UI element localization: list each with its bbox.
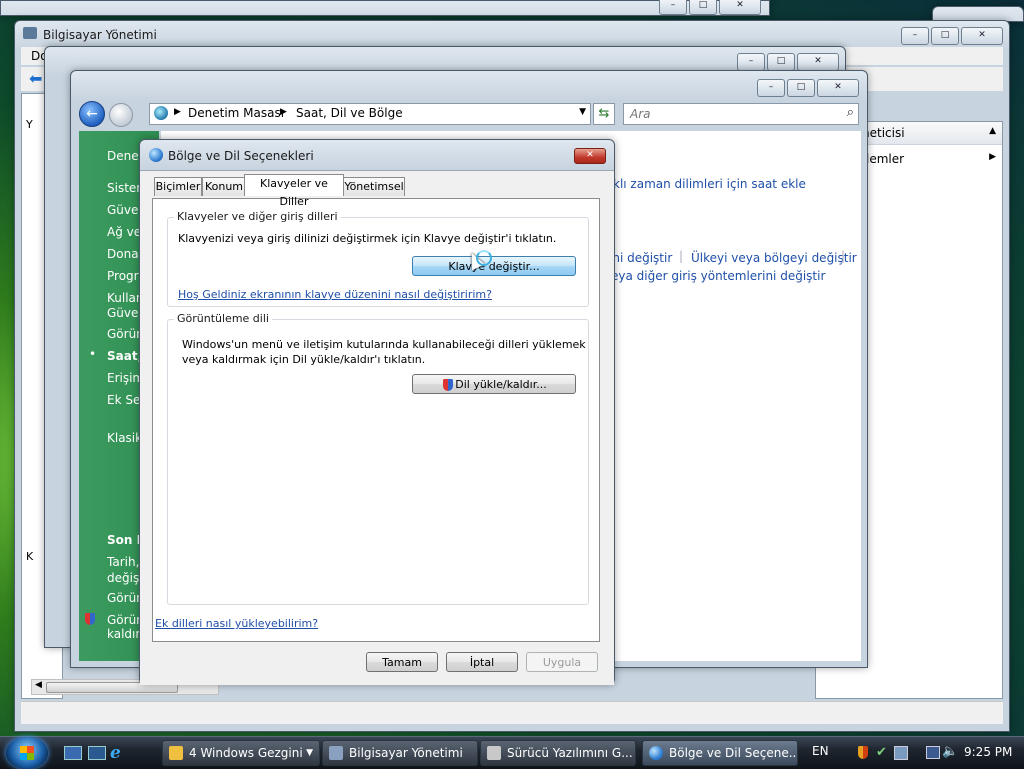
volume-icon[interactable]: 🔈 xyxy=(942,744,958,759)
minimize-button[interactable]: – xyxy=(737,53,765,71)
search-input[interactable]: Ara ⌕ xyxy=(623,103,859,125)
link-separator: | xyxy=(841,249,846,263)
keyboard-instructions: Klavyenizi veya giriş dilinizi değiştirm… xyxy=(178,232,557,245)
start-button[interactable] xyxy=(6,737,48,769)
change-keyboard-button[interactable]: Klavye değiştir... xyxy=(412,256,576,276)
search-icon[interactable]: ⌕ xyxy=(847,105,854,120)
tab-strip: Biçimler Konum Klavyeler ve Diller Yönet… xyxy=(152,174,602,208)
taskbar-item-computer-management[interactable]: Bilgisayar Yönetimi xyxy=(322,740,478,766)
device-icon[interactable] xyxy=(894,746,908,760)
close-button[interactable]: ✕ xyxy=(817,79,859,97)
dropdown-arrow-icon[interactable]: ▼ xyxy=(579,107,586,117)
keyboard-group-label: Klavyeler ve diğer giriş dilleri xyxy=(174,210,341,223)
minimize-button[interactable]: – xyxy=(757,79,785,97)
welcome-keyboard-link[interactable]: Hoş Geldiniz ekranının klavye düzenini n… xyxy=(178,288,492,301)
monitor-icon[interactable] xyxy=(926,746,940,759)
install-language-button[interactable]: Dil yükle/kaldır... xyxy=(412,374,576,394)
breadcrumb-control-panel[interactable]: Denetim Masası xyxy=(188,106,284,120)
back-arrow-icon[interactable]: ⬅ xyxy=(29,69,42,88)
link-change-format[interactable]: ini değiştir xyxy=(609,251,672,265)
display-language-text-2: veya kaldırmak için Dil yükle/kaldır'ı t… xyxy=(182,353,426,366)
breadcrumb-separator: ▶ xyxy=(280,107,287,117)
refresh-button[interactable]: ⇆ xyxy=(593,103,615,125)
search-placeholder: Ara xyxy=(630,107,651,121)
add-languages-link[interactable]: Ek dilleri nasıl yükleyebilirim? xyxy=(155,617,318,630)
ok-button[interactable]: Tamam xyxy=(366,652,438,672)
windows-logo-icon xyxy=(20,746,34,760)
chevron-down-icon: ▼ xyxy=(306,748,313,758)
shield-warning-icon[interactable] xyxy=(858,746,868,759)
close-button[interactable]: ✕ xyxy=(574,148,606,164)
tab-keyboards-languages[interactable]: Klavyeler ve Diller xyxy=(244,174,344,208)
shield-icon xyxy=(443,379,453,391)
region-language-dialog[interactable]: Bölge ve Dil Seçenekleri ✕ Biçimler Konu… xyxy=(139,139,615,685)
maximize-button[interactable]: □ xyxy=(787,79,815,97)
tree-item[interactable]: K xyxy=(26,550,33,563)
close-button[interactable]: ✕ xyxy=(961,27,1003,45)
folder-icon xyxy=(169,746,183,760)
maximize-button[interactable]: □ xyxy=(689,0,717,15)
background-window-top[interactable]: – □ ✕ xyxy=(0,0,770,16)
close-button[interactable]: ✕ xyxy=(797,53,839,71)
display-language-label: Görüntüleme dili xyxy=(174,312,272,325)
computer-management-icon xyxy=(329,746,343,760)
breadcrumb-separator: ▶ xyxy=(174,107,181,117)
address-bar[interactable]: ▶ Denetim Masası ▶ Saat, Dil ve Bölge ▼ xyxy=(149,103,591,125)
display-language-text-1: Windows'un menü ve iletişim kutularında … xyxy=(182,338,586,351)
language-indicator[interactable]: EN xyxy=(812,744,829,758)
chevron-right-icon: ▶ xyxy=(989,152,996,162)
taskbar-item-explorer[interactable]: 4 Windows Gezgini ▼ xyxy=(162,740,320,766)
shield-icon xyxy=(85,613,95,625)
keyboard-group: Klavyeler ve diğer giriş dilleri Klavyen… xyxy=(167,210,589,307)
apply-button[interactable]: Uygula xyxy=(526,652,598,672)
tab-formats[interactable]: Biçimler xyxy=(154,177,202,196)
link-add-clocks[interactable]: klı zaman dilimleri için saat ekle xyxy=(613,177,806,191)
globe-icon xyxy=(149,148,163,162)
current-item-bullet: • xyxy=(89,347,97,361)
install-language-label: Dil yükle/kaldır... xyxy=(455,378,547,391)
globe-icon xyxy=(649,746,663,760)
maximize-button[interactable]: □ xyxy=(931,27,959,45)
driver-icon xyxy=(487,746,501,760)
minimize-button[interactable]: – xyxy=(659,0,687,15)
network-icon[interactable]: ✔ xyxy=(876,745,887,760)
minimize-button[interactable]: – xyxy=(901,27,929,45)
tree-item[interactable]: Y xyxy=(26,118,33,131)
breadcrumb-clock-language[interactable]: Saat, Dil ve Bölge xyxy=(296,106,403,120)
cancel-button[interactable]: İptal xyxy=(446,652,518,672)
link-change-location[interactable]: Ülkeyi veya bölgeyi değiştir xyxy=(691,251,857,265)
maximize-button[interactable]: □ xyxy=(767,53,795,71)
forward-button[interactable] xyxy=(109,103,133,127)
tab-administrative[interactable]: Yönetimsel xyxy=(343,177,405,196)
collapse-icon[interactable]: ▲ xyxy=(989,126,996,136)
link-separator: | xyxy=(679,249,684,263)
dialog-title: Bölge ve Dil Seçenekleri xyxy=(168,149,314,163)
show-desktop-icon[interactable] xyxy=(64,746,82,760)
clock[interactable]: 9:25 PM xyxy=(964,745,1012,759)
back-arrow-icon: ← xyxy=(86,106,98,122)
actions-item[interactable]: lemler xyxy=(866,152,904,166)
dialog-body: Biçimler Konum Klavyeler ve Diller Yönet… xyxy=(140,170,614,685)
scroll-left-icon[interactable]: ◀ xyxy=(35,680,42,690)
switch-windows-icon[interactable] xyxy=(88,746,106,760)
control-panel-icon xyxy=(154,106,168,120)
system-tray: ✔ 🔈 9:25 PM xyxy=(852,740,1024,768)
back-button[interactable]: ← xyxy=(79,101,105,127)
busy-ring-icon xyxy=(476,250,492,266)
ie-icon[interactable]: e xyxy=(110,743,121,763)
tab-panel: Klavyeler ve diğer giriş dilleri Klavyen… xyxy=(152,198,600,642)
tab-location[interactable]: Konum xyxy=(202,177,246,196)
display-language-group: Görüntüleme dili Windows'un menü ve ilet… xyxy=(167,312,589,605)
link-change-keyboards[interactable]: eya diğer giriş yöntemlerini değiştir xyxy=(611,269,825,283)
app-icon xyxy=(23,27,37,39)
window-title: Bilgisayar Yönetimi xyxy=(43,28,157,42)
status-bar xyxy=(21,701,1003,724)
close-button[interactable]: ✕ xyxy=(719,0,761,15)
taskbar-item-driver-software[interactable]: Sürücü Yazılımını G... xyxy=(480,740,636,766)
taskbar-item-region-language[interactable]: Bölge ve Dil Seçene... xyxy=(642,740,798,766)
refresh-icon: ⇆ xyxy=(598,106,610,121)
